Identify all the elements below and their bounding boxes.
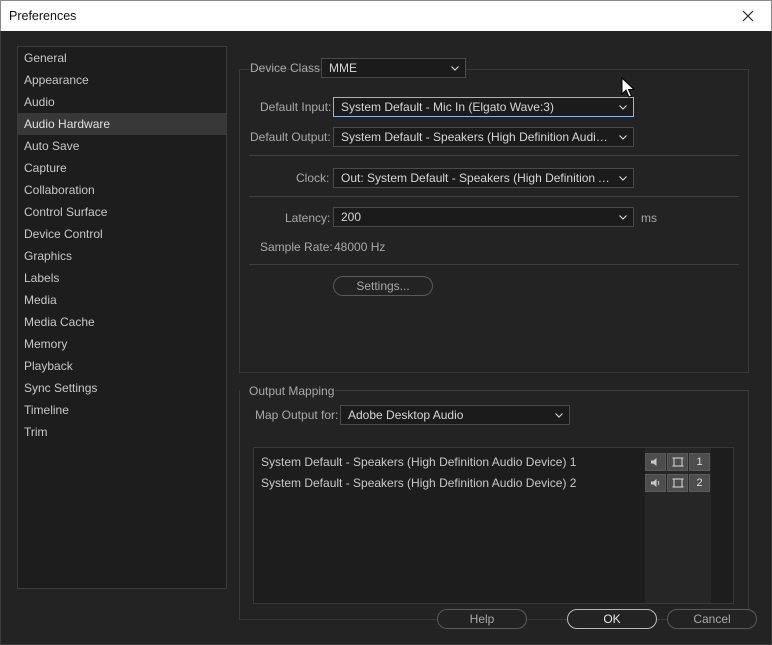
default-input-select[interactable]: System Default - Mic In (Elgato Wave:3) [333,97,634,117]
sidebar-item-capture[interactable]: Capture [18,157,226,179]
help-button[interactable]: Help [437,609,527,629]
divider [249,264,739,265]
close-icon [742,10,754,22]
default-input-label: Default Input: [260,100,332,114]
sample-rate-label: Sample Rate: [260,240,333,254]
ok-button[interactable]: OK [567,609,657,629]
cancel-button[interactable]: Cancel [667,609,757,629]
clock-label: Clock: [296,171,330,185]
device-class-value: MME [329,61,357,75]
list-item[interactable]: System Default - Speakers (High Definiti… [261,452,576,472]
title-bar: Preferences [0,0,772,31]
device-class-select[interactable]: MME [321,58,466,78]
chevron-down-icon [619,215,627,220]
clock-select[interactable]: Out: System Default - Speakers (High Def… [333,168,634,188]
channel-number: 2 [689,474,710,492]
mouse-cursor-icon [621,77,635,98]
default-output-label: Default Output: [250,130,331,144]
frame-icon[interactable] [667,453,688,471]
sidebar-item-device-control[interactable]: Device Control [18,223,226,245]
channel-column [645,448,711,603]
chevron-down-icon [619,135,627,140]
default-output-value: System Default - Speakers (High Definiti… [341,130,633,144]
map-output-value: Adobe Desktop Audio [348,408,464,422]
default-output-select[interactable]: System Default - Speakers (High Definiti… [333,127,634,147]
divider [249,155,739,156]
chevron-down-icon [451,66,459,71]
sidebar-item-auto-save[interactable]: Auto Save [18,135,226,157]
sidebar-item-sync-settings[interactable]: Sync Settings [18,377,226,399]
sidebar-item-memory[interactable]: Memory [18,333,226,355]
latency-value: 200 [341,210,362,224]
frame-icon[interactable] [667,474,688,492]
output-mapping-list[interactable]: System Default - Speakers (High Definiti… [253,447,734,604]
settings-button[interactable]: Settings... [333,276,433,296]
map-output-select[interactable]: Adobe Desktop Audio [340,405,570,425]
latency-unit: ms [641,211,657,225]
sidebar-item-labels[interactable]: Labels [18,267,226,289]
sidebar-item-trim[interactable]: Trim [18,421,226,443]
sample-rate-value: 48000 Hz [334,240,386,254]
sidebar-item-audio[interactable]: Audio [18,91,226,113]
speaker-icon[interactable] [645,474,666,492]
divider [335,390,749,391]
category-list: General Appearance Audio Audio Hardware … [17,46,227,589]
sidebar-item-general[interactable]: General [18,47,226,69]
sidebar-item-appearance[interactable]: Appearance [18,69,226,91]
default-input-value: System Default - Mic In (Elgato Wave:3) [341,100,554,114]
channel-number: 1 [689,453,710,471]
close-button[interactable] [725,1,771,31]
sidebar-item-media[interactable]: Media [18,289,226,311]
sidebar-item-timeline[interactable]: Timeline [18,399,226,421]
map-output-label: Map Output for: [255,408,339,422]
window-title: Preferences [9,9,77,23]
sidebar-item-graphics[interactable]: Graphics [18,245,226,267]
chevron-down-icon [619,176,627,181]
sidebar-item-audio-hardware[interactable]: Audio Hardware [18,113,226,135]
dialog-body: General Appearance Audio Audio Hardware … [0,31,772,645]
chevron-down-icon [619,105,627,110]
sidebar-item-control-surface[interactable]: Control Surface [18,201,226,223]
sidebar-item-collaboration[interactable]: Collaboration [18,179,226,201]
sidebar-item-media-cache[interactable]: Media Cache [18,311,226,333]
chevron-down-icon [555,413,563,418]
divider [249,196,739,197]
latency-select[interactable]: 200 [333,207,634,227]
speaker-icon[interactable] [645,453,666,471]
latency-label: Latency: [285,211,331,225]
clock-value: Out: System Default - Speakers (High Def… [341,171,632,185]
sidebar-item-playback[interactable]: Playback [18,355,226,377]
list-item[interactable]: System Default - Speakers (High Definiti… [261,473,576,493]
device-class-label: Device Class: [250,61,324,75]
